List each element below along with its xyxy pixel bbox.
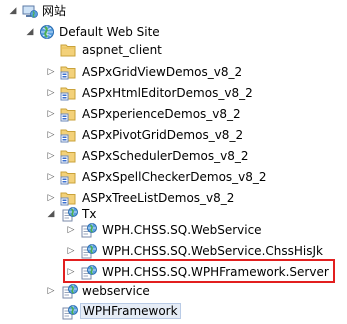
tree-node-root[interactable]: ◢ 网站: [0, 0, 347, 22]
tree-node-aspxgridviewdemos[interactable]: ▷ ASPxGridViewDemos_v8_2: [0, 61, 347, 83]
tree-node-label: WPH.CHSS.SQ.WebService.ChssHisJk: [102, 244, 323, 258]
expanded-arrow-icon[interactable]: ◢: [8, 5, 18, 17]
collapsed-arrow-icon[interactable]: ▷: [46, 150, 56, 162]
tree-node-aspnet-client[interactable]: aspnet_client: [0, 39, 347, 61]
globe-app-icon: [81, 243, 97, 259]
tree-node-label: WPHFramework: [80, 303, 181, 319]
tree-node-wphframework[interactable]: WPHFramework: [0, 301, 347, 323]
tree-node-label: ASPxPivotGridDemos_v8_2: [82, 128, 244, 142]
tree-node-aspxschedulerdemos[interactable]: ▷ ASPxSchedulerDemos_v8_2: [0, 145, 347, 167]
folder-icon: [60, 44, 76, 57]
collapsed-arrow-icon[interactable]: ▷: [46, 87, 56, 99]
computer-globe-icon: [22, 5, 38, 19]
collapsed-arrow-icon[interactable]: ▷: [46, 171, 56, 183]
tree-node-aspxperiencedemos[interactable]: ▷ ASPxperienceDemos_v8_2: [0, 103, 347, 125]
globe-icon: [39, 24, 55, 40]
tree-node-webservice[interactable]: ▷ webservice: [0, 280, 347, 302]
tree-node-label: ASPxSpellCheckerDemos_v8_2: [82, 170, 267, 184]
tree-node-aspxspellcheckerdemos[interactable]: ▷ ASPxSpellCheckerDemos_v8_2: [0, 166, 347, 188]
app-folder-icon: [60, 150, 76, 164]
app-folder-icon: [60, 87, 76, 101]
app-folder-icon: [60, 129, 76, 143]
globe-app-icon: [62, 304, 78, 320]
tree-node-wph-webservice[interactable]: ▷ WPH.CHSS.SQ.WebService: [0, 219, 347, 241]
tree-node-label: ASPxperienceDemos_v8_2: [82, 107, 241, 121]
tree-node-label: ASPxSchedulerDemos_v8_2: [82, 149, 249, 163]
app-folder-icon: [60, 108, 76, 122]
tree-node-aspxpivotgriddemos[interactable]: ▷ ASPxPivotGridDemos_v8_2: [0, 124, 347, 146]
globe-app-icon: [81, 222, 97, 238]
collapsed-arrow-icon[interactable]: ▷: [46, 108, 56, 120]
tree-node-aspxhtmleditordemos[interactable]: ▷ ASPxHtmlEditorDemos_v8_2: [0, 82, 347, 104]
expanded-arrow-icon[interactable]: ◢: [25, 26, 35, 38]
collapsed-arrow-icon[interactable]: ▷: [66, 224, 76, 236]
tree-node-label: Default Web Site: [59, 25, 160, 39]
tree-node-label: ASPxGridViewDemos_v8_2: [82, 65, 243, 79]
app-folder-icon: [60, 66, 76, 80]
tree-node-label: aspnet_client: [82, 43, 162, 57]
collapsed-arrow-icon[interactable]: ▷: [46, 129, 56, 141]
tree-node-label: WPH.CHSS.SQ.WebService: [102, 223, 262, 237]
globe-app-icon: [62, 283, 78, 299]
app-folder-icon: [60, 171, 76, 185]
tree-node-label: ASPxHtmlEditorDemos_v8_2: [82, 86, 253, 100]
collapsed-arrow-icon[interactable]: ▷: [46, 66, 56, 78]
tree-node-label: 网站: [42, 4, 67, 18]
collapsed-arrow-icon[interactable]: ▷: [46, 285, 56, 297]
tree-node-label: webservice: [82, 284, 150, 298]
collapsed-arrow-icon[interactable]: ▷: [66, 245, 76, 257]
